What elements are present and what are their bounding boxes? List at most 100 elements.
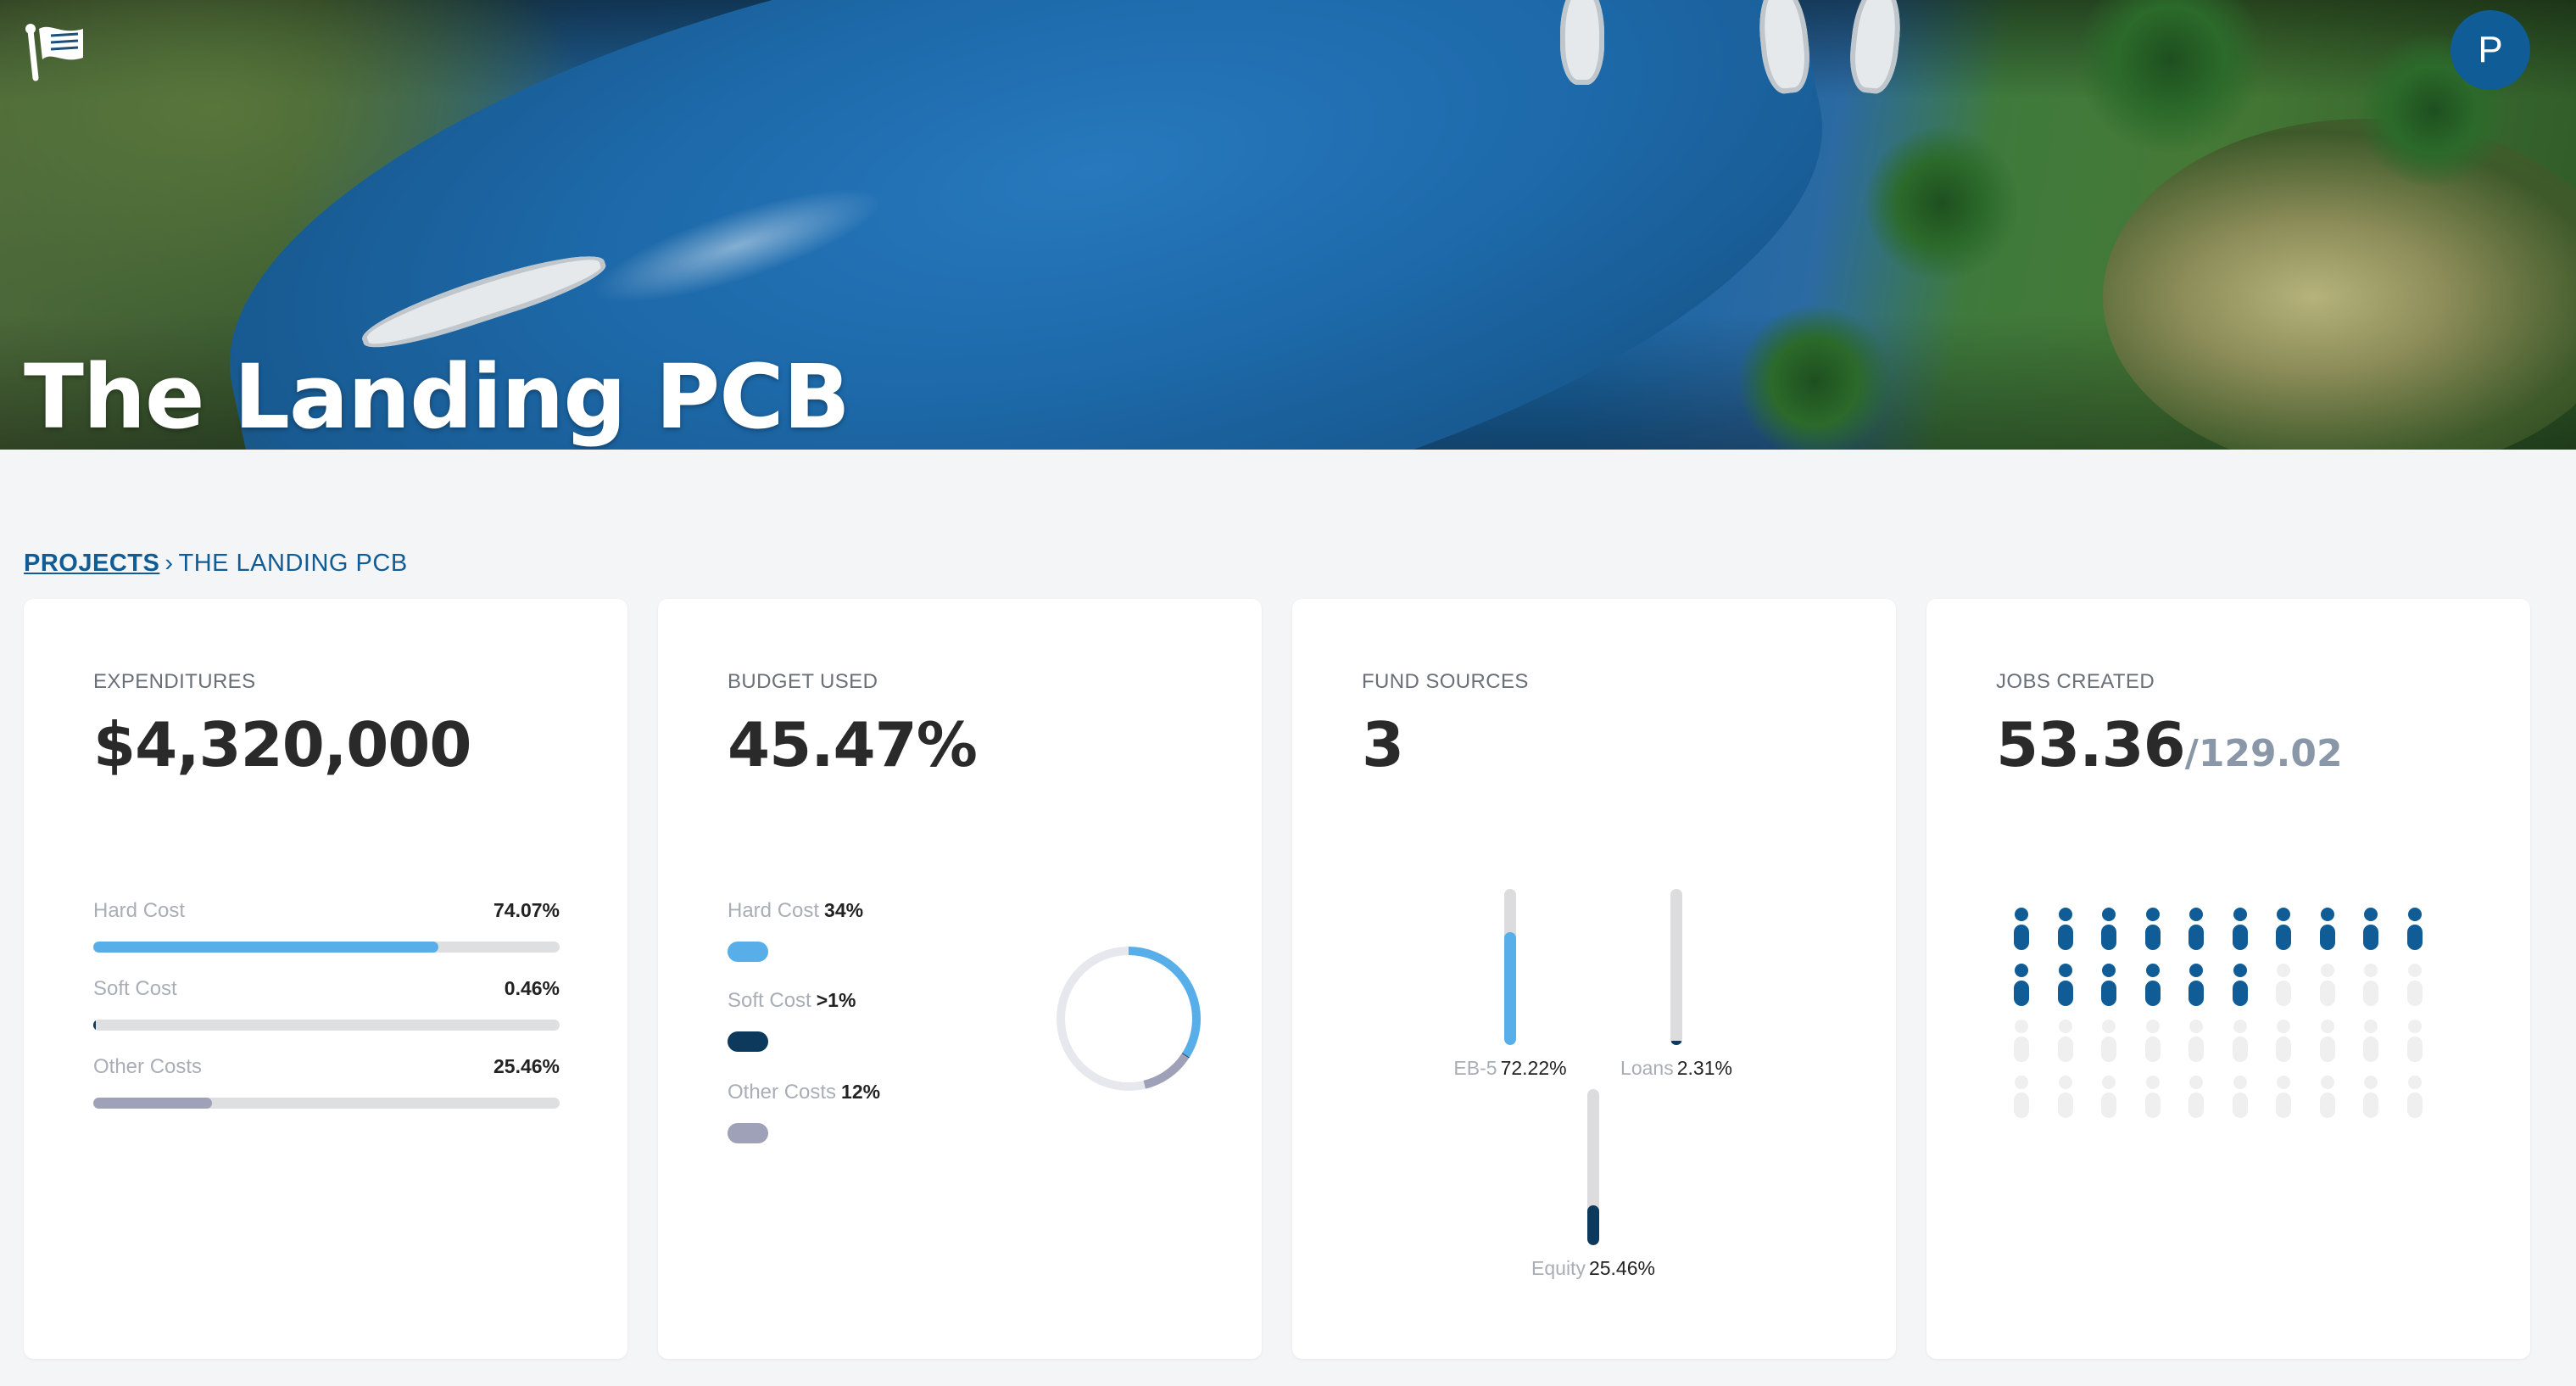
person-icon-head <box>2145 908 2160 921</box>
person-icon-head <box>2277 964 2290 977</box>
flag-logo-icon[interactable] <box>22 19 86 83</box>
breadcrumb-projects-link[interactable]: PROJECTS <box>24 550 159 577</box>
person-icon-body <box>2101 925 2116 950</box>
budget-legend-other-costs: Other Costs 12% <box>728 1081 880 1143</box>
fund-source-percent: 25.46% <box>1588 1257 1655 1279</box>
expenditures-card: EXPENDITURES $4,320,000 Hard Cost 74.07%… <box>24 599 627 1359</box>
person-icon-body <box>2188 1093 2204 1118</box>
person-icon-body <box>2057 1093 2073 1118</box>
person-icon <box>2057 1076 2074 1123</box>
hero-palm-shape <box>2077 0 2264 153</box>
person-icon <box>2319 964 2336 1011</box>
person-icon-body <box>2057 1037 2073 1062</box>
expenditure-name: Other Costs <box>93 1055 203 1078</box>
person-icon-body <box>2144 1037 2161 1062</box>
expenditures-label: EXPENDITURES <box>93 670 256 693</box>
fund-sources-value: 3 <box>1362 709 1404 780</box>
person-icon <box>2100 908 2117 955</box>
person-icon-head <box>2058 964 2072 977</box>
hero-boat-shape <box>1846 0 1905 96</box>
person-icon-body <box>2363 1093 2378 1118</box>
budget-legend-name: Other Costs <box>728 1081 837 1104</box>
expenditure-bar-track <box>93 942 560 953</box>
budget-legend-swatch <box>728 1123 768 1143</box>
breadcrumb: PROJECTS › THE LANDING PCB <box>24 550 408 578</box>
person-icon <box>2057 908 2074 955</box>
person-icon-head <box>2102 964 2116 977</box>
person-icon <box>2188 908 2205 955</box>
person-icon <box>2188 964 2205 1011</box>
person-icon-head <box>2320 908 2334 921</box>
fund-sources-card: FUND SOURCES 3 EB-5 72.22% Loans 2.31% Equ… <box>1292 599 1896 1359</box>
person-icon <box>2319 908 2336 955</box>
person-icon-head <box>2015 964 2028 977</box>
person-icon <box>2232 1020 2249 1067</box>
person-icon <box>2013 964 2030 1011</box>
fund-source-name: Loans <box>1620 1057 1674 1079</box>
budget-donut-chart <box>1057 947 1201 1091</box>
person-icon <box>2319 1076 2336 1123</box>
person-icon <box>2057 964 2074 1011</box>
person-icon-head <box>2364 964 2378 977</box>
fund-source-caption: Equity 25.46% <box>1531 1257 1655 1280</box>
expenditure-bar-track <box>93 1020 560 1031</box>
person-icon <box>2100 1020 2117 1067</box>
expenditure-percent: 0.46% <box>504 977 560 999</box>
person-icon-body <box>2319 981 2335 1006</box>
person-icon-head <box>2102 908 2116 921</box>
person-icon-body <box>2406 1093 2423 1118</box>
person-icon <box>2406 964 2423 1011</box>
person-icon-head <box>2015 1020 2028 1033</box>
fund-source-bar-fill <box>1587 1205 1599 1245</box>
budget-legend-percent: >1% <box>816 989 856 1011</box>
person-icon-head <box>2058 1076 2072 1089</box>
person-icon-body <box>2363 1037 2378 1062</box>
breadcrumb-separator: › <box>164 550 174 577</box>
hero-palm-shape <box>1865 127 2018 280</box>
person-icon <box>2275 1020 2292 1067</box>
jobs-created-label: JOBS CREATED <box>1996 670 2155 693</box>
budget-legend-swatch <box>728 1031 768 1052</box>
person-icon-head <box>2364 1020 2378 1033</box>
user-avatar-button[interactable]: P <box>2451 10 2530 90</box>
person-icon-body <box>2276 981 2291 1006</box>
person-icon <box>2232 908 2249 955</box>
person-icon-body <box>2276 1037 2291 1062</box>
person-icon-head <box>2015 908 2028 921</box>
person-icon-head <box>2364 1076 2378 1089</box>
jobs-created-value: 53.36/129.02 <box>1996 709 2343 780</box>
person-icon-head <box>2407 964 2422 977</box>
person-icon-body <box>2057 925 2073 950</box>
person-icon <box>2057 1020 2074 1067</box>
person-icon <box>2013 1076 2030 1123</box>
budget-legend-name: Soft Cost <box>728 989 811 1012</box>
person-icon-body <box>2188 925 2204 950</box>
person-icon <box>2362 908 2379 955</box>
person-icon-body <box>2144 925 2161 950</box>
person-icon-body <box>2232 981 2248 1006</box>
person-icon-body <box>2406 1037 2423 1062</box>
budget-legend-name: Hard Cost <box>728 899 820 922</box>
person-icon-head <box>2407 1076 2422 1089</box>
person-icon-body <box>2363 981 2378 1006</box>
person-icon-head <box>2407 1020 2422 1033</box>
budget-used-label: BUDGET USED <box>728 670 878 693</box>
person-icon-body <box>2101 1037 2116 1062</box>
person-icon-head <box>2320 1076 2334 1089</box>
person-icon-body <box>2014 1093 2029 1118</box>
person-icon-head <box>2145 1020 2160 1033</box>
expenditure-name: Soft Cost <box>93 977 177 1000</box>
person-icon <box>2188 1020 2205 1067</box>
person-icon <box>2362 964 2379 1011</box>
person-icon <box>2144 908 2161 955</box>
person-icon <box>2406 908 2423 955</box>
person-icon <box>2100 1076 2117 1123</box>
person-icon-head <box>2102 1020 2116 1033</box>
person-icon-body <box>2406 981 2423 1006</box>
person-icon <box>2144 964 2161 1011</box>
person-icon <box>2406 1076 2423 1123</box>
project-hero-banner: P The Landing PCB <box>0 0 2576 450</box>
budget-legend-hard-cost: Hard Cost 34% <box>728 899 863 962</box>
person-icon-head <box>2277 1020 2290 1033</box>
person-icon-body <box>2101 1093 2116 1118</box>
